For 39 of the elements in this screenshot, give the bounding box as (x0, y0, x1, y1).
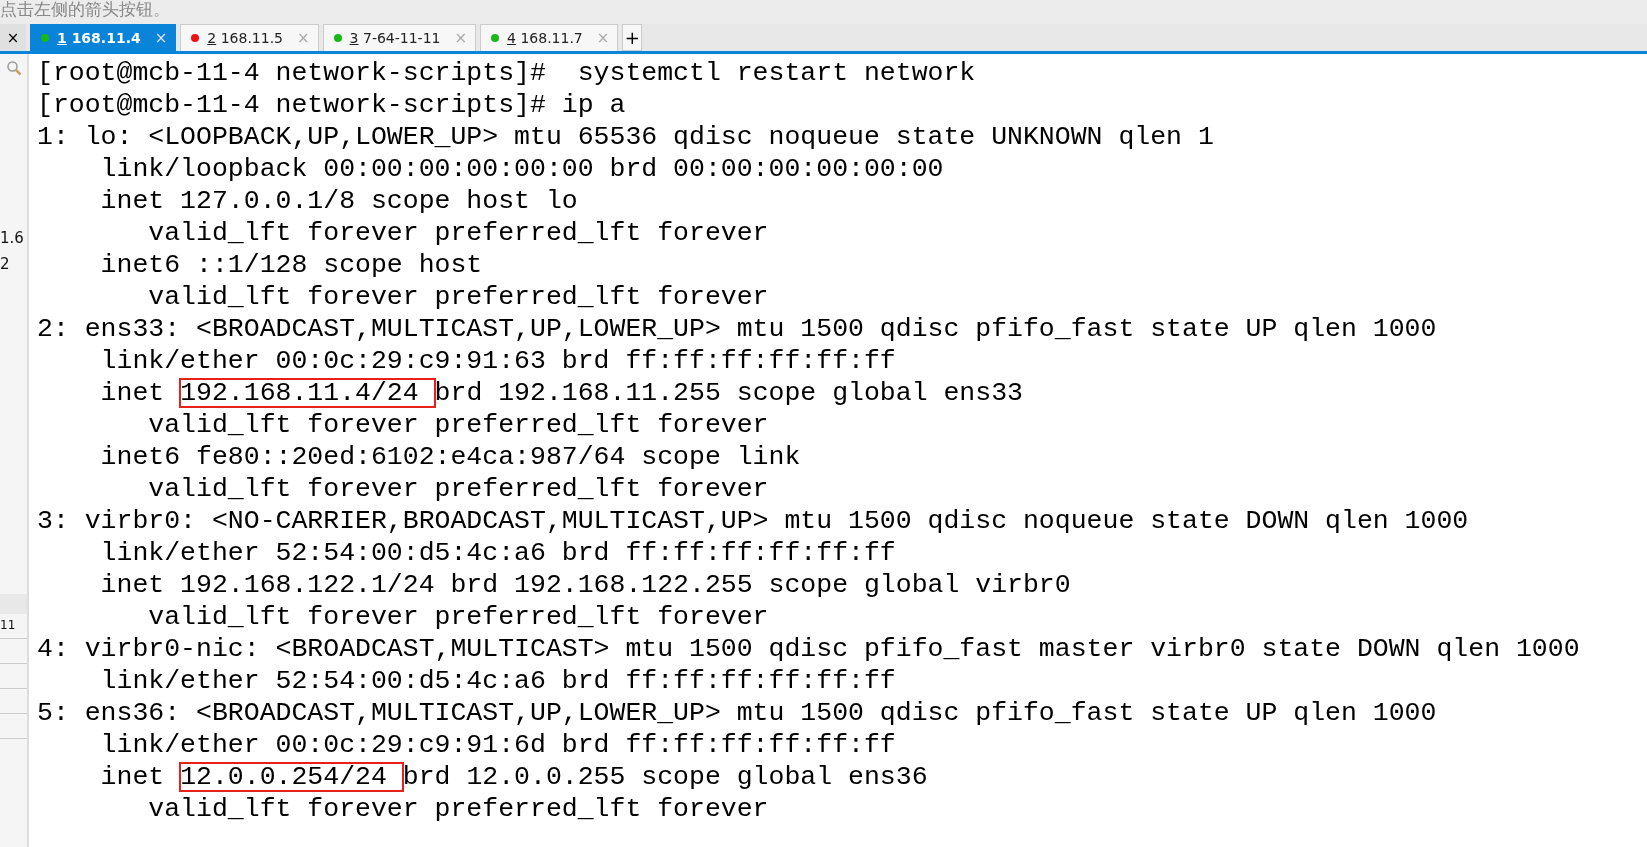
terminal-text: valid_lft forever preferred_lft forever (147, 473, 769, 505)
terminal-text: link/loopback 00:00:00:00:00:00 brd 00:00:00:00:00:00 (99, 153, 944, 185)
highlighted-address: 12.0.0.254/24 (180, 763, 403, 791)
terminal-text: inet (99, 761, 166, 793)
hint-text: 点击左侧的箭头按钮。 (0, 0, 1647, 24)
terminal-text: inet 127.0.0.1/8 scope host lo (99, 185, 578, 217)
terminal-text: [root@mcb-11-4 network-scripts]# systemctl restart network (37, 57, 976, 89)
terminal-text: brd 192.168.11.255 scope global ens33 (434, 377, 1023, 409)
terminal-text: 3: virbr0: <NO-CARRIER,BROADCAST,MULTICAST,UP> mtu 1500 qdisc noqueue state DOWN qlen 1000 (37, 505, 1469, 537)
terminal-text: inet6 ::1/128 scope host (99, 249, 483, 281)
close-all-button[interactable]: × (0, 24, 26, 51)
terminal-text: link/ether 52:54:00:d5:4c:a6 brd ff:ff:ff:ff:ff:ff (99, 537, 896, 569)
sidebar-text: 2 (0, 254, 11, 274)
terminal-text: 5: ens36: <BROADCAST,MULTICAST,UP,LOWER_UP> mtu 1500 qdisc pfifo_fast state UP qlen 1000 (37, 697, 1437, 729)
sidebar-text: 11 (0, 618, 16, 632)
terminal-text: valid_lft forever preferred_lft forever (147, 217, 769, 249)
search-icon[interactable] (6, 60, 22, 76)
terminal-text: brd 12.0.0.255 scope global ens36 (402, 761, 928, 793)
terminal-text: inet (99, 377, 166, 409)
terminal-text: 2: ens33: <BROADCAST,MULTICAST,UP,LOWER_UP> mtu 1500 qdisc pfifo_fast state UP qlen 1000 (37, 313, 1437, 345)
highlighted-address: 192.168.11.4/24 (180, 379, 435, 407)
sidebar-text: 1.6 (0, 228, 25, 248)
session-tab[interactable]: 2 168.11.5 × (180, 24, 319, 51)
terminal-text: valid_lft forever preferred_lft forever (147, 601, 769, 633)
terminal-text: inet6 fe80::20ed:6102:e4ca:987/64 scope link (99, 441, 801, 473)
new-tab-button[interactable]: + (622, 24, 643, 51)
terminal-text: valid_lft forever preferred_lft forever (147, 281, 769, 313)
terminal-text: valid_lft forever preferred_lft forever (147, 409, 769, 441)
terminal-text: inet 192.168.122.1/24 brd 192.168.122.255 scope global virbr0 (99, 569, 1071, 601)
terminal-text: 1: lo: <LOOPBACK,UP,LOWER_UP> mtu 65536 qdisc noqueue state UNKNOWN qlen 1 (37, 121, 1214, 153)
terminal-text: valid_lft forever preferred_lft forever (147, 793, 769, 825)
session-tab[interactable]: 3 7-64-11-11 × (322, 24, 477, 51)
terminal-text: link/ether 52:54:00:d5:4c:a6 brd ff:ff:ff:ff:ff:ff (99, 665, 896, 697)
terminal-text: link/ether 00:0c:29:c9:91:63 brd ff:ff:ff:ff:ff:ff (99, 345, 896, 377)
session-tab[interactable]: 1 168.11.4 × (30, 24, 177, 51)
terminal-text: [root@mcb-11-4 network-scripts]# ip a (37, 89, 626, 121)
terminal-text: link/ether 00:0c:29:c9:91:6d brd ff:ff:ff:ff:ff:ff (99, 729, 896, 761)
terminal-text: 4: virbr0-nic: <BROADCAST,MULTICAST> mtu 1500 qdisc pfifo_fast master virbr0 state DOWN qlen 1000 (37, 633, 1580, 665)
session-tab[interactable]: 4 168.11.7 × (480, 24, 619, 51)
